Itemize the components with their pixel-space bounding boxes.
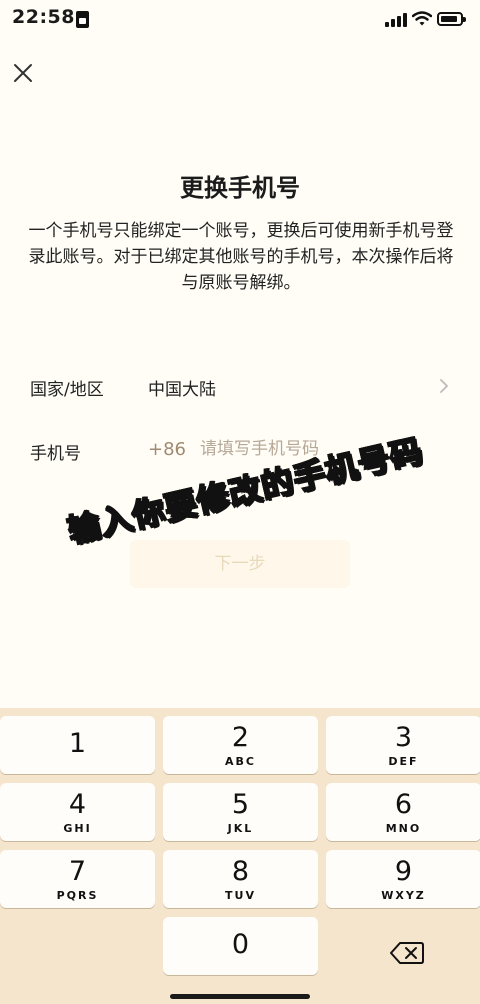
key-digit: 3 bbox=[394, 722, 413, 753]
key-letters: WXYZ bbox=[381, 889, 426, 902]
key-4[interactable]: 4 GHI bbox=[0, 783, 155, 841]
chevron-right-icon bbox=[440, 379, 448, 393]
key-letters: PQRS bbox=[56, 889, 99, 902]
page-title: 更换手机号 bbox=[180, 174, 300, 202]
key-digit: 4 bbox=[68, 789, 87, 820]
key-digit: 7 bbox=[68, 856, 87, 887]
signal-icon bbox=[385, 13, 407, 27]
key-letters: MNO bbox=[385, 822, 422, 835]
key-letters: DEF bbox=[388, 755, 419, 768]
close-icon[interactable] bbox=[10, 60, 36, 86]
key-letters: TUV bbox=[225, 889, 256, 902]
key-letters: ABC bbox=[225, 755, 256, 768]
key-6[interactable]: 6 MNO bbox=[326, 783, 480, 841]
key-digit: 6 bbox=[394, 789, 413, 820]
next-button[interactable]: 下一步 bbox=[130, 540, 350, 588]
status-time: 22:58 bbox=[12, 6, 75, 28]
sim-card-icon bbox=[76, 11, 89, 28]
key-5[interactable]: 5 JKL bbox=[163, 783, 318, 841]
region-label: 国家/地区 bbox=[30, 380, 104, 400]
key-letters: JKL bbox=[227, 822, 254, 835]
key-1[interactable]: 1 bbox=[0, 716, 155, 774]
region-selector[interactable]: 国家/地区 中国大陆 bbox=[0, 366, 480, 406]
key-3[interactable]: 3 DEF bbox=[326, 716, 480, 774]
key-digit: 5 bbox=[231, 789, 250, 820]
home-indicator bbox=[170, 994, 310, 999]
region-value: 中国大陆 bbox=[148, 380, 216, 400]
key-digit: 1 bbox=[68, 728, 87, 759]
key-digit: 0 bbox=[231, 929, 250, 960]
delete-key[interactable] bbox=[328, 924, 480, 982]
key-digit: 2 bbox=[231, 722, 250, 753]
key-9[interactable]: 9 WXYZ bbox=[326, 850, 480, 908]
phone-label: 手机号 bbox=[30, 444, 81, 464]
status-bar: 22:58 bbox=[0, 0, 480, 44]
page-description: 一个手机号只能绑定一个账号，更换后可使用新手机号登录此账号。对于已绑定其他账号的… bbox=[28, 221, 454, 293]
phone-input[interactable] bbox=[200, 434, 450, 464]
battery-icon bbox=[437, 12, 466, 26]
backspace-icon bbox=[390, 942, 424, 964]
key-0[interactable]: 0 bbox=[163, 917, 318, 975]
key-digit: 9 bbox=[394, 856, 413, 887]
key-7[interactable]: 7 PQRS bbox=[0, 850, 155, 908]
phone-row: 手机号 +86 bbox=[0, 430, 480, 470]
key-digit: 8 bbox=[231, 856, 250, 887]
country-code[interactable]: +86 bbox=[148, 439, 186, 460]
key-2[interactable]: 2 ABC bbox=[163, 716, 318, 774]
key-8[interactable]: 8 TUV bbox=[163, 850, 318, 908]
wifi-icon bbox=[412, 11, 432, 26]
key-letters: GHI bbox=[63, 822, 92, 835]
numeric-keyboard: 1 2 ABC 3 DEF 4 GHI 5 JKL 6 MNO 7 PQRS 8… bbox=[0, 708, 480, 1004]
